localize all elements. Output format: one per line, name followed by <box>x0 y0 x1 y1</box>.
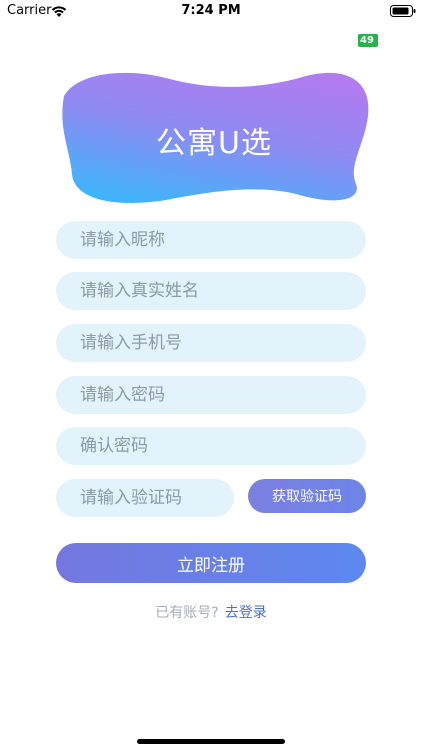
fps-badge: 49 <box>358 34 378 47</box>
status-bar: Carrier 7:24 PM <box>0 0 422 24</box>
home-indicator <box>137 739 285 744</box>
app-title: 公寓U选 <box>156 126 272 161</box>
get-code-button[interactable]: 获取验证码 <box>248 479 366 513</box>
login-prompt: 已有账号? <box>155 605 219 621</box>
password-input[interactable] <box>56 376 366 414</box>
phone-input[interactable] <box>56 324 366 362</box>
realname-input[interactable] <box>56 272 366 310</box>
clock: 7:24 PM <box>181 3 241 18</box>
nickname-input[interactable] <box>56 221 366 259</box>
register-button[interactable]: 立即注册 <box>56 543 366 583</box>
confirm-password-input[interactable] <box>56 427 366 465</box>
verification-code-input[interactable] <box>56 479 234 517</box>
battery-icon <box>390 5 416 17</box>
login-row: 已有账号? 去登录 <box>0 602 422 622</box>
login-link[interactable]: 去登录 <box>225 605 267 621</box>
